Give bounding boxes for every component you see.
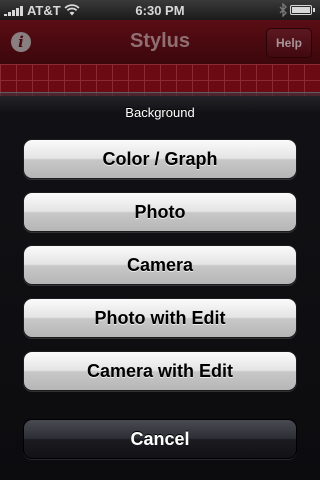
battery-icon — [290, 5, 315, 15]
help-button[interactable]: Help — [266, 28, 312, 58]
status-bar: AT&T 6:30 PM — [0, 0, 320, 20]
photo-with-edit-button[interactable]: Photo with Edit — [23, 298, 297, 338]
action-sheet-title: Background — [125, 105, 195, 120]
screen: AT&T 6:30 PM i Stylus Help Background Co… — [0, 0, 320, 480]
color-graph-button[interactable]: Color / Graph — [23, 139, 297, 179]
photo-button[interactable]: Photo — [23, 192, 297, 232]
action-sheet: Background Color / Graph Photo Camera Ph… — [0, 92, 320, 480]
camera-with-edit-button[interactable]: Camera with Edit — [23, 351, 297, 391]
cancel-button[interactable]: Cancel — [23, 419, 297, 459]
bluetooth-icon — [279, 3, 287, 17]
clock: 6:30 PM — [135, 3, 185, 18]
camera-button[interactable]: Camera — [23, 245, 297, 285]
